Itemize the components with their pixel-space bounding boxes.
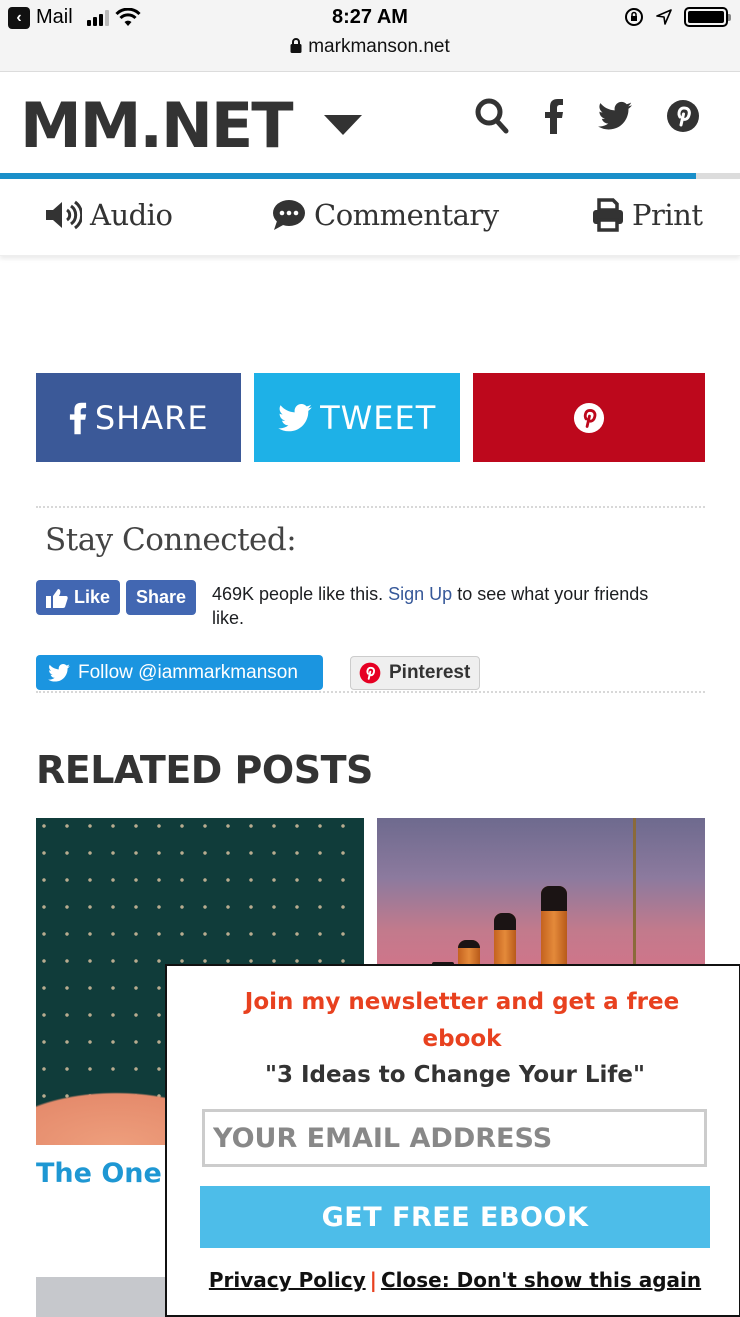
divider (36, 691, 705, 693)
facebook-icon[interactable] (544, 98, 564, 134)
header-icons (474, 97, 700, 135)
facebook-share-button[interactable]: SHARE (36, 373, 242, 462)
popup-headline: Join my newsletter and get a free ebook (244, 989, 680, 1052)
facebook-icon (69, 402, 86, 434)
like-count-text: 469K people like this. (212, 584, 384, 604)
facebook-share-small-button[interactable]: Share (126, 580, 197, 615)
pinterest-icon[interactable] (666, 99, 700, 133)
facebook-share-small-label: Share (136, 587, 187, 607)
related-posts-heading: RELATED POSTS (36, 748, 373, 792)
twitter-icon (278, 403, 312, 431)
audio-button[interactable]: Audio (44, 198, 173, 232)
popup-footer-links: Privacy Policy | Close: Don't show this ag… (167, 1268, 740, 1292)
popup-ebook-title: "3 Ideas to Change Your Life" (264, 1062, 646, 1088)
site-logo[interactable]: MM.NET (20, 89, 293, 162)
facebook-like-label: Like (74, 587, 111, 607)
lock-icon (290, 38, 302, 53)
related-post-title[interactable]: The One (36, 1158, 162, 1189)
stay-connected-heading: Stay Connected: (45, 522, 297, 558)
facebook-like-count-text: 469K people like this. Sign Up to see wh… (212, 582, 682, 630)
link-separator: | (369, 1268, 377, 1292)
pinterest-icon (573, 402, 604, 433)
sign-up-link[interactable]: Sign Up (388, 584, 452, 604)
pinterest-follow-label: Pinterest (389, 662, 471, 683)
twitter-follow-button[interactable]: Follow @iammarkmanson (36, 655, 323, 690)
twitter-icon[interactable] (598, 101, 632, 131)
article-tools-bar: Audio Commentary Print (0, 180, 740, 256)
pinterest-pin-button[interactable] (472, 373, 706, 462)
newsletter-popup: Join my newsletter and get a free ebook … (165, 964, 740, 1317)
thumbs-up-icon (46, 588, 68, 608)
commentary-label: Commentary (314, 198, 499, 232)
battery-icon (684, 7, 731, 27)
reading-progress-bar (0, 173, 740, 179)
facebook-like-widget: Like Share (36, 580, 197, 615)
share-buttons: SHARE TWEET (36, 373, 706, 462)
twitter-tweet-label: TWEET (320, 398, 437, 437)
site-header: MM.NET (0, 73, 740, 173)
address-bar[interactable]: markmanson.net (0, 36, 740, 58)
status-right (624, 7, 731, 27)
caret-down-icon[interactable] (324, 115, 362, 135)
divider (36, 506, 705, 508)
facebook-like-button[interactable]: Like (36, 580, 121, 615)
email-input[interactable] (202, 1109, 707, 1167)
related-post-image[interactable] (377, 818, 705, 968)
ship-mast (633, 818, 636, 968)
facebook-share-label: SHARE (94, 398, 209, 437)
orientation-lock-icon (625, 8, 643, 26)
pinterest-icon (359, 662, 381, 684)
audio-label: Audio (90, 198, 173, 232)
location-icon (656, 9, 672, 25)
url-text: markmanson.net (308, 36, 450, 57)
search-icon[interactable] (474, 97, 510, 135)
ship-funnel (494, 913, 516, 968)
pinterest-follow-button[interactable]: Pinterest (350, 656, 480, 690)
ship-funnel (541, 886, 567, 968)
commentary-button[interactable]: Commentary (272, 198, 499, 232)
get-free-ebook-button[interactable]: GET FREE EBOOK (200, 1186, 710, 1248)
privacy-policy-link[interactable]: Privacy Policy (209, 1268, 366, 1292)
comment-icon (273, 200, 305, 230)
print-label: Print (632, 198, 703, 232)
ios-status-bar: ‹ Mail 8:27 AM markmanson.net (0, 0, 740, 72)
close-dont-show-link[interactable]: Close: Don't show this again (381, 1268, 701, 1292)
twitter-follow-label: Follow @iammarkmanson (78, 661, 298, 683)
twitter-tweet-button[interactable]: TWEET (254, 373, 460, 462)
related-post-image[interactable] (36, 1277, 176, 1317)
twitter-icon (48, 663, 70, 682)
reading-progress-fill (0, 173, 696, 179)
printer-icon (593, 198, 623, 232)
speaker-icon (46, 200, 82, 230)
print-button[interactable]: Print (592, 198, 703, 232)
